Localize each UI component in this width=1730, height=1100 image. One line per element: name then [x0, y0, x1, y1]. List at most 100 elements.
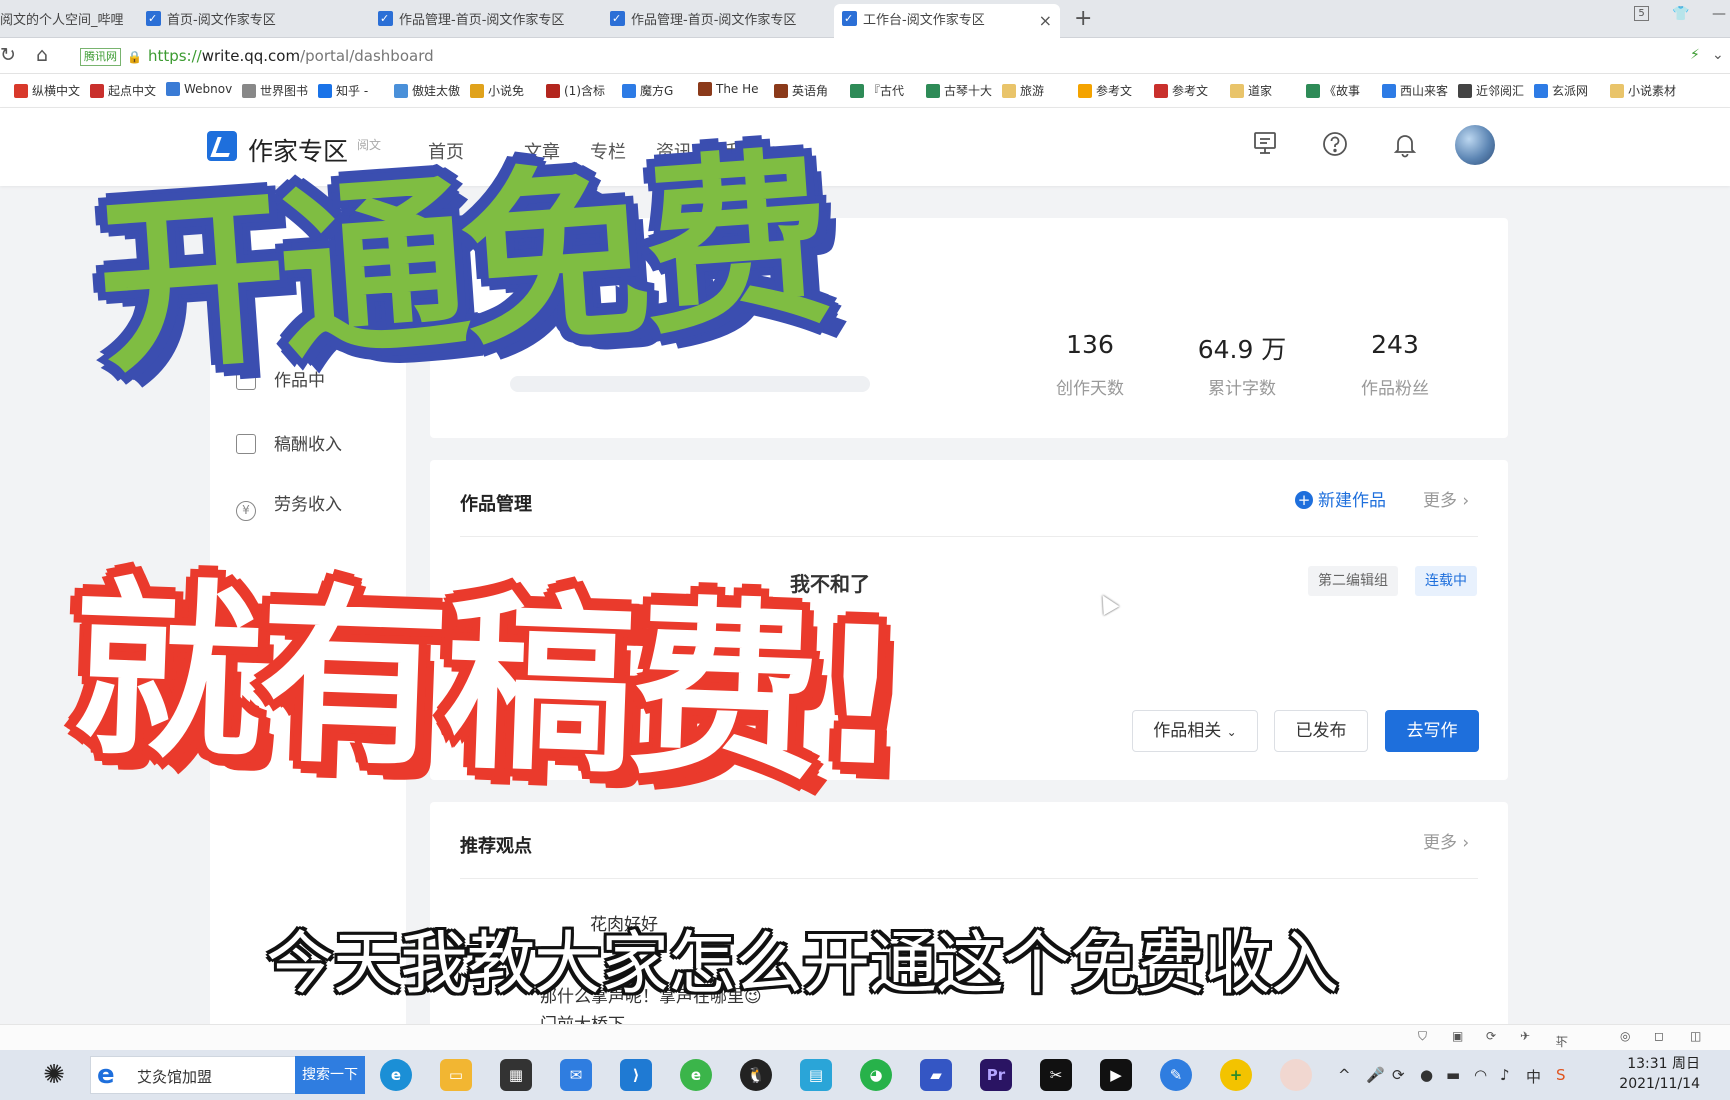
more-label: 更多	[1423, 491, 1457, 511]
bookmark-item[interactable]: 『古代	[850, 82, 904, 99]
bookmark-item[interactable]: 纵横中文	[14, 82, 80, 99]
edge-icon[interactable]: e	[380, 1059, 412, 1091]
work-related-dropdown[interactable]: 作品相关 ⌄	[1132, 710, 1258, 752]
bell-icon[interactable]	[1390, 130, 1420, 160]
browser-360-icon[interactable]: e	[680, 1059, 712, 1091]
store-icon[interactable]: ▦	[500, 1059, 532, 1091]
monitor-icon[interactable]	[1250, 130, 1280, 160]
go-write-button[interactable]: 去写作	[1385, 710, 1479, 752]
speaker-icon[interactable]: ◎	[1620, 1029, 1630, 1043]
stat-label: 作品粉丝	[1361, 379, 1429, 399]
qq-tray-icon[interactable]: ●	[1420, 1066, 1433, 1084]
chevron-up-icon[interactable]: ^	[1338, 1066, 1351, 1084]
system-clock[interactable]: 13:31 周日 2021/11/14	[1619, 1054, 1700, 1094]
browser-tab-active[interactable]: 工作台-阅文作家专区 ×	[834, 4, 1060, 38]
window-icon[interactable]: ◻	[1654, 1029, 1664, 1043]
browser-tab[interactable]: 阅文的个人空间_哔哩	[0, 4, 125, 38]
reload-icon[interactable]: ↻	[0, 44, 16, 66]
sidebar-item-labor-income[interactable]: ¥ 劳务收入	[236, 490, 342, 521]
wechat-icon[interactable]: ◕	[860, 1059, 892, 1091]
browser-tab[interactable]: 作品管理-首页-阅文作家专区	[370, 4, 592, 38]
bookmark-item[interactable]: 参考文	[1078, 82, 1132, 99]
volume-icon[interactable]: ♪	[1500, 1066, 1510, 1084]
url-field[interactable]: 腾讯网 🔒 https://write.qq.com/portal/dashboar…	[80, 44, 1690, 69]
sogou-icon[interactable]: S	[1556, 1066, 1566, 1084]
bookmark-item[interactable]: 旅游	[1002, 82, 1044, 99]
search-button[interactable]: 搜索一下	[295, 1056, 365, 1094]
bookmark-icon	[242, 84, 256, 98]
url-path: /portal/dashboard	[300, 47, 434, 65]
mail-icon[interactable]: ✉	[560, 1059, 592, 1091]
feather-icon[interactable]: ✎	[1160, 1059, 1192, 1091]
avatar[interactable]	[1455, 125, 1495, 165]
media-icon[interactable]: ▶	[1100, 1059, 1132, 1091]
home-icon[interactable]: ⌂	[36, 44, 48, 66]
bookmark-label: 西山来客	[1400, 84, 1449, 98]
new-tab-button[interactable]: +	[1074, 4, 1092, 34]
bookmark-item[interactable]: 起点中文	[90, 82, 156, 99]
works-more-link[interactable]: 更多 ›	[1423, 486, 1469, 511]
bookmark-item[interactable]: 小说素材	[1610, 82, 1676, 99]
sync-icon[interactable]: ⟳	[1486, 1029, 1496, 1043]
bookmark-item[interactable]: 近邻阅汇	[1458, 82, 1524, 99]
chevron-down-icon[interactable]: ⌄	[1712, 47, 1724, 63]
browser-tab[interactable]: 作品管理-首页-阅文作家专区	[602, 4, 824, 38]
book-app-icon[interactable]: ▰	[920, 1059, 952, 1091]
more-label: 更多	[1423, 833, 1457, 853]
bookmark-item[interactable]: 道家	[1230, 82, 1272, 99]
plus-icon: +	[1295, 491, 1313, 509]
bookmark-item[interactable]: 小说免	[470, 82, 524, 99]
bookmark-item[interactable]: 玄派网	[1534, 82, 1588, 99]
vscode-icon[interactable]: ⟩	[620, 1059, 652, 1091]
recommend-more-link[interactable]: 更多 ›	[1423, 828, 1469, 853]
bookmark-item[interactable]: (1)含标	[546, 82, 605, 99]
bookmark-icon	[394, 84, 408, 98]
browser-tab[interactable]: 首页-阅文作家专区	[138, 4, 360, 38]
bookmark-item[interactable]: Webnov	[166, 82, 232, 96]
published-button[interactable]: 已发布	[1274, 710, 1368, 752]
close-tab-icon[interactable]: ×	[1039, 4, 1052, 38]
bookmark-label: (1)含标	[564, 84, 605, 98]
bookmark-icon	[1230, 84, 1244, 98]
image-icon[interactable]: ▣	[1452, 1029, 1463, 1043]
sync-tray-icon[interactable]: ⟳	[1392, 1066, 1405, 1084]
user-photo-icon[interactable]	[1280, 1059, 1312, 1091]
bookmark-item[interactable]: 知乎 -	[318, 82, 368, 99]
start-menu-icon[interactable]: ✺	[38, 1059, 70, 1091]
search-input[interactable]: 艾灸馆加盟	[137, 1066, 212, 1087]
bookmark-item[interactable]: 古琴十大	[926, 82, 992, 99]
wifi-icon[interactable]: ◠	[1474, 1066, 1487, 1084]
new-work-button[interactable]: + 新建作品	[1295, 486, 1386, 511]
ime-icon[interactable]: 中	[1526, 1066, 1541, 1087]
folder-icon[interactable]: ▭	[440, 1059, 472, 1091]
bookmark-item[interactable]: 傲娃太傲	[394, 82, 460, 99]
capcut-icon[interactable]: ✂	[1040, 1059, 1072, 1091]
premiere-icon[interactable]: Pr	[980, 1059, 1012, 1091]
microphone-icon[interactable]: 🎤	[1366, 1066, 1385, 1084]
taskbar-search[interactable]: e 艾灸馆加盟 搜索一下	[90, 1056, 365, 1094]
zoom-icon[interactable]: ◫	[1690, 1029, 1701, 1043]
bookmark-item[interactable]: 参考文	[1154, 82, 1208, 99]
dropdown-label: 作品相关	[1153, 721, 1222, 741]
bookmark-item[interactable]: 世界图书	[242, 82, 308, 99]
speed-icon[interactable]: ⚡	[1690, 47, 1700, 63]
battery-icon[interactable]: ▬	[1446, 1066, 1460, 1084]
certificate-badge[interactable]: 腾讯网	[80, 48, 121, 66]
help-icon[interactable]	[1320, 130, 1350, 160]
app-icon[interactable]: ▤	[800, 1059, 832, 1091]
sidebar-item-royalty[interactable]: 稿酬收入	[236, 430, 342, 455]
shield-icon[interactable]: ⛉	[1418, 1029, 1427, 1044]
plus-app-icon[interactable]: +	[1220, 1059, 1252, 1091]
rocket-icon[interactable]: ✈	[1520, 1029, 1530, 1043]
bookmark-label: 旅游	[1020, 84, 1045, 98]
shirt-icon[interactable]: 👕	[1672, 6, 1689, 22]
bookmark-label: 小说免	[488, 84, 525, 98]
qq-icon[interactable]: 🐧	[740, 1059, 772, 1091]
bookmark-item[interactable]: 《故事	[1306, 82, 1360, 99]
bookmark-item[interactable]: 魔方G	[622, 82, 673, 99]
bookmark-icon	[470, 84, 484, 98]
minimize-icon[interactable]: —	[1712, 6, 1726, 22]
tab-overview-icon[interactable]: 5	[1634, 6, 1649, 21]
stat-label: 创作天数	[1056, 379, 1124, 399]
bookmark-item[interactable]: 西山来客	[1382, 82, 1448, 99]
